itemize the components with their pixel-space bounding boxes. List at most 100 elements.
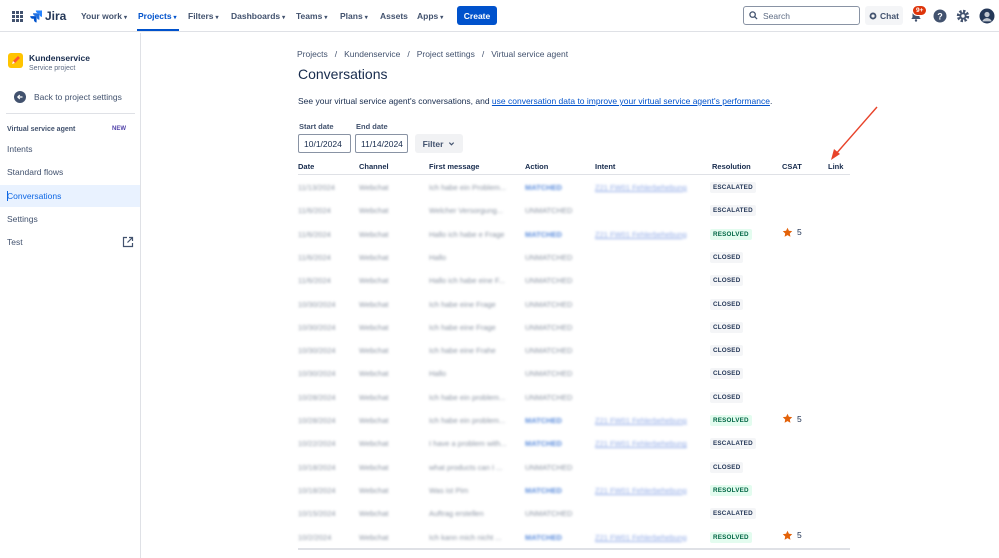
project-avatar-icon[interactable] <box>8 53 23 68</box>
table-row[interactable]: 11/13/2024 Webchat Ich habe ein Problem...… <box>298 176 850 199</box>
cell-intent[interactable]: Z21 FW01 Fehlerbehebung <box>595 533 687 542</box>
page-description: See your virtual service agent's convers… <box>298 96 772 106</box>
chevron-down-icon <box>449 142 455 146</box>
sidebar-item-settings[interactable]: Settings <box>0 208 140 230</box>
resolution-lozenge: ESCALATED <box>710 508 756 520</box>
breadcrumb-separator: / <box>407 49 410 59</box>
active-nav-indicator <box>137 29 179 31</box>
cell-date: 10/2/2024 <box>298 532 332 542</box>
filter-button[interactable]: Filter <box>415 134 463 153</box>
cell-date: 11/6/2024 <box>298 206 331 216</box>
cell-action: UNMATCHED <box>525 322 573 332</box>
cell-first-message: Ich habe eine Frahe <box>429 346 496 356</box>
arrow-left-icon <box>14 91 26 103</box>
nav-apps[interactable]: Apps ▾ <box>417 11 443 21</box>
column-header-action[interactable]: Action <box>525 162 548 171</box>
breadcrumb: Projects / Kundenservice / Project setti… <box>297 49 568 59</box>
table-row[interactable]: 11/6/2024 Webchat Welcher Versorgung... UNM… <box>298 199 850 222</box>
start-date-field[interactable] <box>298 134 351 153</box>
cell-intent[interactable]: Z21 FW01 Fehlerbehebung <box>595 183 687 192</box>
table-row[interactable]: 10/2/2024 Webchat Ich kann mich nicht ... M… <box>298 526 850 549</box>
search-box[interactable] <box>743 6 860 25</box>
help-icon[interactable]: ? <box>932 8 948 24</box>
table-row[interactable]: 10/30/2024 Webchat Ich habe eine Frage UNMA… <box>298 316 850 339</box>
column-header-first-message[interactable]: First message <box>429 162 479 171</box>
table-row[interactable]: 11/6/2024 Webchat Hallo UNMATCHED CLOSED <box>298 246 850 269</box>
resolution-lozenge: CLOSED <box>710 368 744 380</box>
resolution-lozenge: RESOLVED <box>710 228 752 240</box>
jira-logo-icon <box>30 9 42 22</box>
resolution-lozenge: ESCALATED <box>710 205 756 217</box>
cell-action: MATCHED <box>525 439 562 449</box>
end-date-field[interactable] <box>355 134 408 153</box>
sidebar-item-intents[interactable]: Intents <box>0 138 140 160</box>
table-row[interactable]: 10/18/2024 Webchat Was ist Pim MATCHED Z21 F… <box>298 479 850 502</box>
breadcrumb-project[interactable]: Kundenservice <box>344 49 400 59</box>
cell-intent[interactable]: Z21 FW01 Fehlerbehebung <box>595 230 687 239</box>
resolution-lozenge: RESOLVED <box>710 484 752 496</box>
nav-dashboards[interactable]: Dashboards ▾ <box>231 11 285 21</box>
nav-filters[interactable]: Filters ▾ <box>188 11 219 21</box>
table-row[interactable]: 10/28/2024 Webchat Ich habe ein problem...… <box>298 386 850 409</box>
external-link-icon[interactable] <box>122 236 134 248</box>
nav-teams[interactable]: Teams ▾ <box>296 11 327 21</box>
cell-date: 10/28/2024 <box>298 416 336 425</box>
cell-intent[interactable]: Z21 FW01 Fehlerbehebung <box>595 439 687 448</box>
cell-date: 11/6/2024 <box>298 252 331 262</box>
table-row[interactable]: 10/30/2024 Webchat Ich habe eine Frahe UNMA… <box>298 339 850 362</box>
logo-text: Jira <box>45 9 67 23</box>
cell-action: MATCHED <box>525 183 562 192</box>
cell-date: 10/22/2024 <box>298 439 336 449</box>
app-switcher-icon[interactable] <box>12 11 23 22</box>
column-header-resolution[interactable]: Resolution <box>712 162 751 171</box>
breadcrumb-virtual-service-agent[interactable]: Virtual service agent <box>491 49 568 59</box>
table-row[interactable]: 10/15/2024 Webchat Auftrag erstellen UNMATC… <box>298 502 850 525</box>
chat-button[interactable]: Chat <box>865 6 903 25</box>
table-row[interactable]: 11/6/2024 Webchat Hallo ich habe eine F...… <box>298 269 850 292</box>
table-row[interactable]: 10/30/2024 Webchat Hallo UNMATCHED CLOSED <box>298 362 850 385</box>
csat-value: 5 <box>797 530 802 540</box>
cell-first-message: I have a problem with... <box>429 439 507 449</box>
table-row[interactable]: 10/22/2024 Webchat I have a problem with..… <box>298 432 850 455</box>
create-button[interactable]: Create <box>457 6 497 25</box>
cell-intent[interactable]: Z21 FW01 Fehlerbehebung <box>595 416 687 425</box>
table-row[interactable]: 10/28/2024 Webchat Ich habe ein problem...… <box>298 409 850 432</box>
chevron-down-icon: ▾ <box>123 15 127 21</box>
column-header-intent[interactable]: Intent <box>595 162 615 171</box>
column-header-channel[interactable]: Channel <box>359 162 389 171</box>
back-to-project-settings-link[interactable]: Back to project settings <box>14 91 122 103</box>
cell-first-message: Ich habe eine Frage <box>429 299 496 309</box>
search-input[interactable] <box>763 10 853 21</box>
chevron-down-icon: ▾ <box>173 15 177 21</box>
cell-channel: Webchat <box>359 276 389 286</box>
csat-value: 5 <box>797 413 802 424</box>
jira-logo[interactable]: Jira <box>30 9 66 23</box>
cell-intent[interactable]: Z21 FW01 Fehlerbehebung <box>595 486 687 495</box>
breadcrumb-projects[interactable]: Projects <box>297 49 328 59</box>
table-row[interactable]: 11/6/2024 Webchat Hallo ich habe e Frage MA… <box>298 223 850 246</box>
sidebar-item-standard-flows[interactable]: Standard flows <box>0 161 140 183</box>
table-header-divider <box>298 174 850 175</box>
cell-channel: Webchat <box>359 416 389 425</box>
conversation-data-link[interactable]: use conversation data to improve your vi… <box>492 96 770 106</box>
column-header-link[interactable]: Link <box>828 162 843 171</box>
cell-channel: Webchat <box>359 485 389 495</box>
breadcrumb-separator: / <box>481 49 485 59</box>
cell-channel: Webchat <box>359 299 389 309</box>
column-header-date[interactable]: Date <box>298 162 314 171</box>
table-row[interactable]: 10/30/2024 Webchat Ich habe eine Frage UNMA… <box>298 293 850 316</box>
table-row[interactable]: 10/18/2024 Webchat what products can I ...… <box>298 456 850 479</box>
nav-your-work[interactable]: Your work ▾ <box>81 11 127 21</box>
user-avatar[interactable] <box>979 8 995 24</box>
nav-projects[interactable]: Projects ▾ <box>138 11 177 21</box>
sidebar-item-test[interactable]: Test <box>0 231 140 253</box>
sidebar-item-conversations[interactable]: Conversations <box>0 185 140 207</box>
column-header-csat[interactable]: CSAT <box>782 162 802 171</box>
breadcrumb-separator: / <box>334 49 338 59</box>
breadcrumb-project-settings[interactable]: Project settings <box>417 49 475 59</box>
cell-action: UNMATCHED <box>525 369 573 379</box>
settings-gear-icon[interactable] <box>955 8 971 24</box>
notification-count-badge: 9+ <box>912 5 928 16</box>
nav-plans[interactable]: Plans ▾ <box>340 11 368 21</box>
nav-assets[interactable]: Assets <box>380 11 408 21</box>
